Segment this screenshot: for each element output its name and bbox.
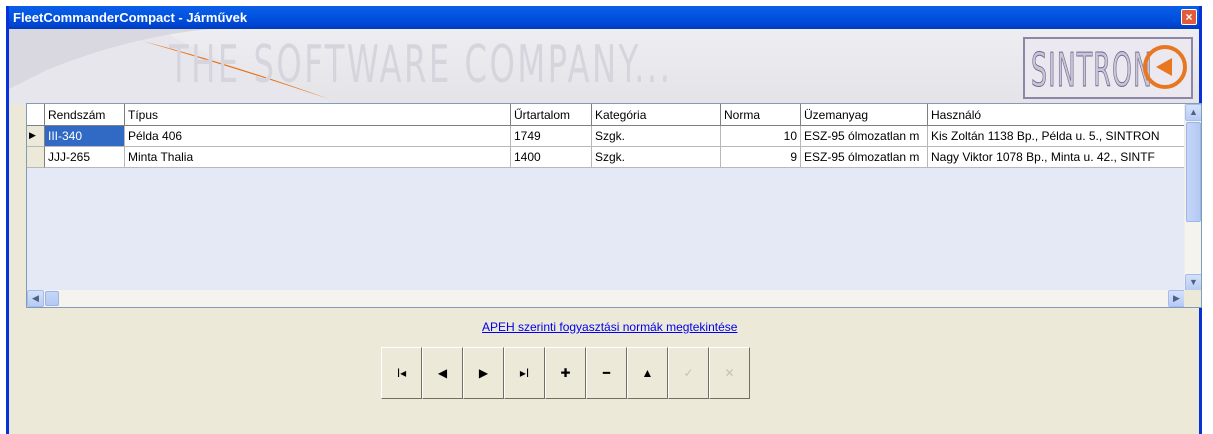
insert-record-button[interactable]: ✚: [545, 347, 586, 399]
cell-rendszam[interactable]: JJJ-265: [45, 147, 125, 168]
record-navigator: I◂ ◀ ▶ ▸I ✚ ━ ▲ ✓ ✕: [381, 347, 750, 399]
cell-rendszam[interactable]: III-340: [45, 126, 125, 147]
scrollbar-corner: [1184, 290, 1201, 307]
cell-urtartalom[interactable]: 1400: [511, 147, 592, 168]
close-button[interactable]: ×: [1181, 9, 1197, 25]
cell-kategoria[interactable]: Szgk.: [592, 147, 721, 168]
first-record-icon: I◂: [396, 366, 407, 380]
banner-tagline: THE SOFTWARE COMPANY...: [169, 35, 673, 95]
cell-norma[interactable]: 9: [721, 147, 801, 168]
post-record-button[interactable]: ✓: [668, 347, 709, 399]
column-header[interactable]: Használó: [928, 104, 1185, 126]
cell-norma[interactable]: 10: [721, 126, 801, 147]
scroll-down-icon[interactable]: ▼: [1185, 274, 1201, 291]
cell-uzemanyag[interactable]: ESZ-95 ólmozatlan m: [801, 147, 928, 168]
minus-icon: ━: [602, 366, 611, 380]
cancel-x-icon: ✕: [724, 366, 735, 380]
column-header[interactable]: Üzemanyag: [801, 104, 928, 126]
cell-kategoria[interactable]: Szgk.: [592, 126, 721, 147]
table-row[interactable]: JJJ-265 Minta Thalia 1400 Szgk. 9 ESZ-95…: [27, 147, 1185, 168]
first-record-button[interactable]: I◂: [381, 347, 422, 399]
apeh-norms-link[interactable]: APEH szerinti fogyasztási normák megteki…: [482, 320, 737, 334]
cell-hasznalo[interactable]: Nagy Viktor 1078 Bp., Minta u. 42., SINT…: [928, 147, 1185, 168]
delete-record-button[interactable]: ━: [586, 347, 627, 399]
column-header[interactable]: Norma: [721, 104, 801, 126]
plus-icon: ✚: [560, 366, 571, 380]
company-logo: SINTRON: [1023, 37, 1193, 99]
checkmark-icon: ✓: [683, 366, 694, 380]
next-record-icon: ▶: [478, 366, 489, 380]
cell-hasznalo[interactable]: Kis Zoltán 1138 Bp., Példa u. 5., SINTRO…: [928, 126, 1185, 147]
cell-uzemanyag[interactable]: ESZ-95 ólmozatlan m: [801, 126, 928, 147]
row-indicator-icon: [27, 147, 45, 168]
vertical-scrollbar[interactable]: ▲ ▼: [1184, 104, 1201, 291]
table-row[interactable]: ▶ III-340 Példa 406 1749 Szgk. 10 ESZ-95…: [27, 126, 1185, 147]
scroll-right-icon[interactable]: ▶: [1168, 290, 1185, 307]
column-header[interactable]: Típus: [125, 104, 511, 126]
column-header[interactable]: Kategória: [592, 104, 721, 126]
column-header[interactable]: Rendszám: [45, 104, 125, 126]
column-header[interactable]: Űrtartalom: [511, 104, 592, 126]
grid-header: Rendszám Típus Űrtartalom Kategória Norm…: [27, 104, 1185, 126]
prior-record-icon: ◀: [437, 366, 448, 380]
next-record-button[interactable]: ▶: [463, 347, 504, 399]
header-indicator-cell: [27, 104, 45, 126]
vehicles-grid[interactable]: Rendszám Típus Űrtartalom Kategória Norm…: [26, 103, 1202, 308]
title-bar[interactable]: FleetCommanderCompact - Járművek ×: [9, 6, 1199, 29]
last-record-icon: ▸I: [519, 366, 530, 380]
header-banner: THE SOFTWARE COMPANY... SINTRON: [9, 29, 1199, 105]
cell-tipus[interactable]: Minta Thalia: [125, 147, 511, 168]
row-indicator-icon: ▶: [27, 126, 45, 147]
prior-record-button[interactable]: ◀: [422, 347, 463, 399]
edit-record-button[interactable]: ▲: [627, 347, 668, 399]
edit-triangle-icon: ▲: [641, 366, 654, 380]
cancel-record-button[interactable]: ✕: [709, 347, 750, 399]
logo-wordmark: SINTRON: [1031, 43, 1154, 98]
horizontal-scroll-thumb[interactable]: [45, 291, 59, 306]
cell-urtartalom[interactable]: 1749: [511, 126, 592, 147]
scroll-left-icon[interactable]: ◀: [27, 290, 44, 307]
cell-tipus[interactable]: Példa 406: [125, 126, 511, 147]
horizontal-scrollbar[interactable]: ◀ ▶: [27, 290, 1185, 307]
last-record-button[interactable]: ▸I: [504, 347, 545, 399]
scroll-up-icon[interactable]: ▲: [1185, 104, 1201, 121]
window-title: FleetCommanderCompact - Járművek: [13, 10, 248, 25]
vertical-scroll-thumb[interactable]: [1186, 122, 1201, 222]
sintron-arrow-logo-icon: [1143, 45, 1187, 89]
